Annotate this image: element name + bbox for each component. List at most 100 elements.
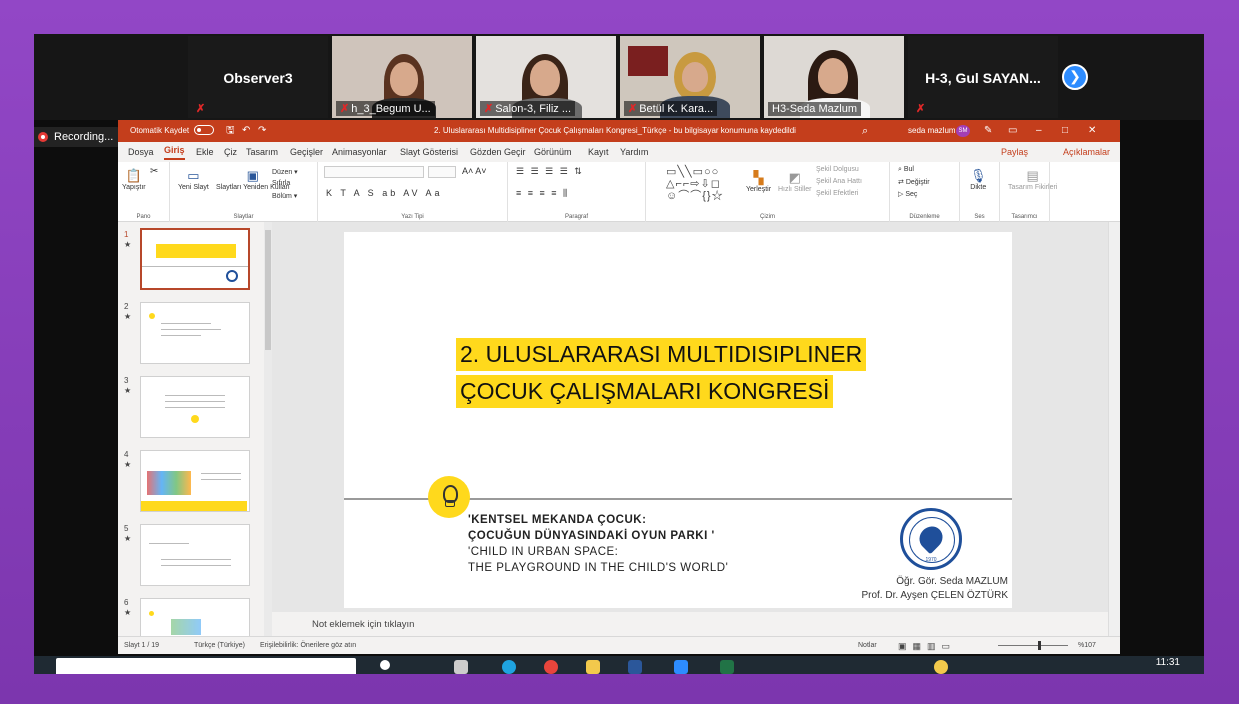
clipboard-icon: 📋 — [125, 168, 142, 183]
minimize-icon[interactable]: – — [1036, 120, 1042, 142]
reset-button[interactable]: Sıfırla — [272, 180, 290, 187]
slide-thumbnail-6[interactable] — [140, 598, 250, 636]
autosave-toggle[interactable] — [194, 120, 214, 142]
tile-participant-3[interactable]: ✗ Betül K. Kara... — [620, 36, 760, 118]
paste-button[interactable]: 📋 Yapıştır — [122, 168, 146, 191]
tile-participant-4[interactable]: H3-Seda Mazlum — [764, 36, 904, 118]
tab-gozden-gecir[interactable]: Gözden Geçir — [470, 142, 526, 162]
find-button[interactable]: ⌕ Bul — [898, 166, 914, 174]
subtitle-line1: 'KENTSEL MEKANDA ÇOCUK: — [468, 514, 647, 526]
close-icon[interactable]: ✕ — [1088, 120, 1096, 142]
tab-kayit[interactable]: Kayıt — [588, 142, 609, 162]
quick-styles-button[interactable]: ◩ Hızlı Stiller — [778, 170, 811, 193]
zoom-app-icon[interactable] — [674, 660, 688, 674]
language-status[interactable]: Türkçe (Türkiye) — [194, 637, 245, 655]
recording-indicator[interactable]: Recording... — [34, 127, 120, 147]
cortana-icon[interactable] — [380, 660, 390, 670]
replace-button[interactable]: ⇄ Değiştir — [898, 178, 930, 186]
arrange-icon: ▚ — [753, 170, 764, 185]
accessibility-status[interactable]: Erişilebilirlik: Önerilere göz atın — [260, 637, 356, 655]
zoom-level[interactable]: %107 — [1078, 637, 1096, 655]
comments-button[interactable]: Açıklamalar — [1063, 142, 1110, 162]
reuse-slides-icon: ▣ — [246, 168, 259, 183]
slide-scrollbar[interactable] — [1108, 222, 1120, 636]
tab-ciz[interactable]: Çiz — [224, 142, 237, 162]
designer-button[interactable]: ▤ Tasarım Fikirleri — [1008, 168, 1057, 191]
slide-thumbnail-1[interactable] — [140, 228, 250, 290]
notes-pane[interactable]: Not eklemek için tıklayın — [272, 614, 1108, 636]
list-buttons[interactable]: ☰ ☰ ☰ ☰ ⇅ — [516, 166, 584, 177]
slide-thumbnail-3[interactable] — [140, 376, 250, 438]
tab-slayt-gosterisi[interactable]: Slayt Gösterisi — [400, 142, 458, 162]
next-page-button[interactable]: ❯ — [1062, 64, 1088, 90]
font-size-buttons[interactable]: A˄ A˅ — [462, 166, 487, 176]
view-buttons[interactable]: ▣▦▥▭ — [898, 637, 956, 655]
tab-tasarim[interactable]: Tasarım — [246, 142, 278, 162]
star-icon: ★ — [124, 534, 132, 543]
screen: Observer3 ✗ ✗ h_3_Begum U... ✗ Salon-3, Fi… — [34, 34, 1204, 674]
zoom-gallery: Observer3 ✗ ✗ h_3_Begum U... ✗ Salon-3, Fi… — [34, 34, 1204, 120]
font-name-input[interactable] — [324, 166, 424, 178]
redo-icon[interactable]: ↷ — [258, 120, 266, 142]
tab-gorunum[interactable]: Görünüm — [534, 142, 572, 162]
slide-thumbnail-5[interactable] — [140, 524, 250, 586]
cut-icon[interactable]: ✂ — [150, 166, 158, 177]
tab-yardim[interactable]: Yardım — [620, 142, 648, 162]
notes-button[interactable]: Notlar — [858, 637, 877, 655]
maximize-icon[interactable]: □ — [1062, 120, 1068, 142]
weather-icon[interactable] — [934, 660, 948, 674]
font-format-buttons[interactable]: K T A S ab AV Aa — [326, 188, 443, 198]
font-size-input[interactable] — [428, 166, 456, 178]
tile-participant-2[interactable]: ✗ Salon-3, Filiz ... — [476, 36, 616, 118]
device-frame: Observer3 ✗ ✗ h_3_Begum U... ✗ Salon-3, Fi… — [0, 0, 1239, 704]
thumb-number: 4 — [124, 450, 129, 459]
thumbnail-scrollbar[interactable] — [264, 222, 272, 636]
select-button[interactable]: ▷ Seç — [898, 190, 917, 198]
powerpoint-window: Otomatik Kaydet 🖫 ↶ ↷ 2. Uluslararası Mu… — [118, 120, 1120, 654]
group-label: Yazı Tipi — [401, 214, 424, 220]
align-buttons[interactable]: ≡ ≡ ≡ ≡ ⫼ — [516, 188, 569, 199]
section-button[interactable]: Bölüm ▾ — [272, 192, 297, 200]
ribbon-display-icon[interactable]: ▭ — [1008, 120, 1017, 142]
avatar[interactable]: SM — [956, 125, 970, 137]
university-seal-logo: 1970 — [900, 508, 962, 570]
layout-button[interactable]: Düzen ▾ — [272, 168, 298, 176]
tab-dosya[interactable]: Dosya — [128, 142, 154, 162]
share-button[interactable]: Paylaş — [1001, 142, 1028, 162]
search-icon[interactable]: ⌕ — [862, 120, 868, 142]
slide-thumbnail-2[interactable] — [140, 302, 250, 364]
shape-outline-button[interactable]: Şekil Ana Hattı — [816, 178, 862, 185]
shapes-gallery[interactable]: ▭╲╲▭○○ △⌐⌐⇨⇩◻ ☺⌒⌒{}☆ — [666, 166, 724, 202]
tab-gecisler[interactable]: Geçişler — [290, 142, 323, 162]
dictate-button[interactable]: 🎙 Dikte — [970, 168, 987, 191]
excel-icon[interactable] — [720, 660, 734, 674]
tile-participant-1[interactable]: ✗ h_3_Begum U... — [332, 36, 472, 118]
slide-title: 2. ULUSLARARASI MULTIDISIPLINER ÇOCUK ÇA… — [456, 338, 928, 412]
tab-ekle[interactable]: Ekle — [196, 142, 214, 162]
taskbar-search-input[interactable] — [56, 658, 356, 674]
current-slide[interactable]: 2. ULUSLARARASI MULTIDISIPLINER ÇOCUK ÇA… — [344, 232, 1012, 608]
word-icon[interactable] — [628, 660, 642, 674]
undo-icon[interactable]: ↶ — [242, 120, 250, 142]
slide-thumbnail-4[interactable] — [140, 450, 250, 512]
shape-fill-button[interactable]: Şekil Dolgusu — [816, 166, 859, 173]
edge-icon[interactable] — [502, 660, 516, 674]
zoom-slider[interactable] — [998, 641, 1068, 650]
task-view-icon[interactable] — [454, 660, 468, 674]
autosave-label: Otomatik Kaydet — [130, 126, 190, 135]
tile-observer[interactable]: Observer3 ✗ — [188, 36, 328, 118]
arrange-button[interactable]: ▚ Yerleştir — [746, 170, 771, 193]
tab-giris[interactable]: Giriş — [164, 142, 185, 160]
chrome-icon[interactable] — [544, 660, 558, 674]
thumb-number: 6 — [124, 598, 129, 607]
tab-animasyonlar[interactable]: Animasyonlar — [332, 142, 387, 162]
file-explorer-icon[interactable] — [586, 660, 600, 674]
pen-icon[interactable]: ✎ — [984, 120, 992, 142]
mic-muted-icon: ✗ — [916, 103, 926, 115]
taskbar-clock[interactable]: 11:31 — [1156, 656, 1180, 670]
windows-taskbar: 11:31 — [34, 656, 1204, 674]
new-slide-button[interactable]: ▭ Yeni Slayt — [178, 168, 209, 191]
save-icon[interactable]: 🖫 — [226, 120, 235, 142]
shape-effects-button[interactable]: Şekil Efektleri — [816, 190, 858, 197]
tile-right-participant[interactable]: H-3, Gul SAYAN... ✗ — [908, 36, 1058, 118]
